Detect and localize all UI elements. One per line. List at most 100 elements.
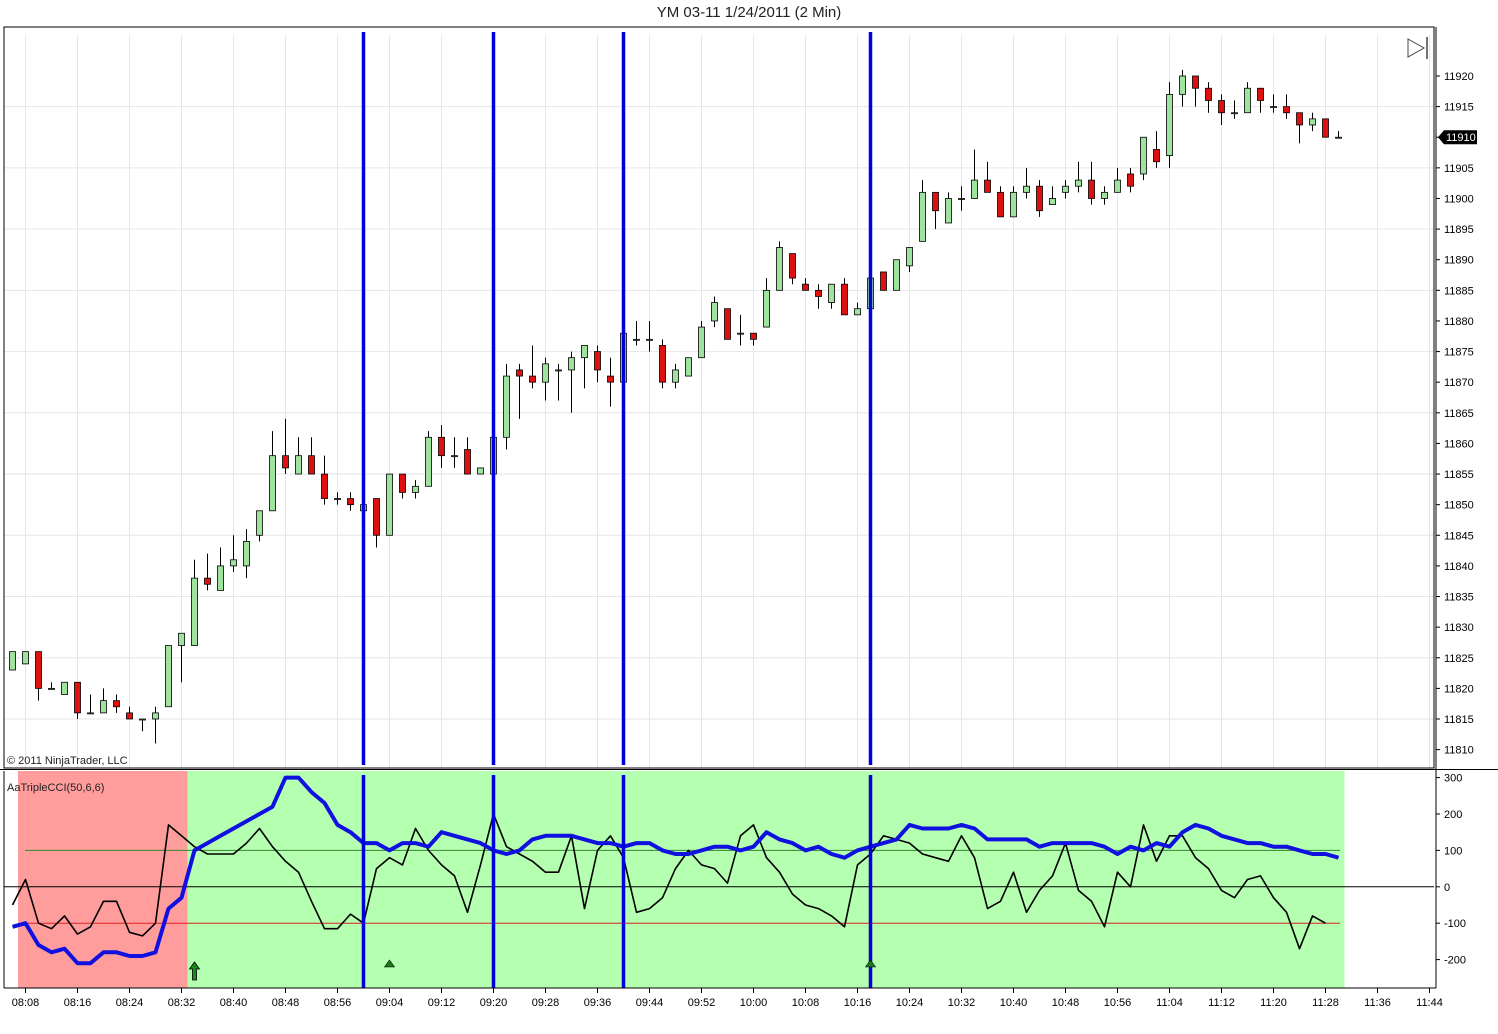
copyright-text: © 2011 NinjaTrader, LLC: [7, 755, 128, 767]
price-tick-label: 11850: [1444, 500, 1474, 512]
candle-up: [87, 712, 94, 715]
candle-up: [425, 436, 432, 487]
candle-up: [48, 687, 55, 690]
candle-up: [9, 651, 16, 671]
candle-up: [100, 700, 107, 714]
candle-down: [1205, 87, 1212, 101]
price-panel-frame: [3, 26, 1435, 769]
candle-down: [841, 283, 848, 316]
candle-down: [815, 289, 822, 297]
price-tick-label: 11865: [1444, 408, 1474, 420]
candle-down: [529, 375, 536, 383]
time-tick-label: 11:12: [1208, 997, 1235, 1009]
price-tick-label: 11915: [1444, 102, 1474, 114]
time-tick-label: 08:08: [12, 997, 40, 1009]
candle-down: [594, 351, 601, 371]
chart-window: YM 03-11 1/24/2011 (2 Min) 11810 11815 118…: [0, 0, 1498, 1034]
candle-down: [464, 449, 471, 475]
price-tick-label: 11855: [1444, 469, 1474, 481]
price-tick-label: 11870: [1444, 377, 1474, 389]
time-tick-label: 10:24: [896, 997, 924, 1009]
time-tick-label: 11:36: [1364, 997, 1391, 1009]
candle-up: [1049, 198, 1056, 205]
candle-up: [737, 332, 744, 335]
candle-up: [503, 375, 510, 438]
candle-up: [893, 259, 900, 291]
scroll-to-end-icon[interactable]: [1407, 37, 1428, 59]
time-tick-label: 11:04: [1156, 997, 1183, 1009]
candle-up: [1010, 191, 1017, 218]
time-tick-label: 11:28: [1312, 997, 1339, 1009]
candle-up: [386, 473, 393, 536]
candle-down: [321, 473, 328, 499]
candle-up: [1270, 106, 1277, 109]
time-tick-label: 09:04: [376, 997, 404, 1009]
price-tick-label: 11900: [1444, 193, 1474, 205]
candle-down: [984, 179, 991, 193]
candle-up: [646, 338, 653, 341]
grid-lines: [4, 35, 1434, 768]
time-tick-label: 10:08: [792, 997, 820, 1009]
candle-down: [373, 498, 380, 536]
candle-up: [542, 363, 549, 383]
time-tick-label: 09:12: [428, 997, 456, 1009]
candle-up: [854, 308, 861, 316]
candle-up: [958, 198, 965, 200]
candle-up: [685, 357, 692, 377]
candle-up: [217, 565, 224, 591]
candle-up: [828, 283, 835, 303]
price-marker-label: 11910: [1446, 132, 1476, 144]
candle-down: [1088, 179, 1095, 199]
candle-down: [516, 369, 523, 377]
candle-down: [1257, 87, 1264, 101]
time-tick-label: 09:20: [480, 997, 508, 1009]
time-tick-label: 10:56: [1104, 997, 1132, 1009]
candle-up: [711, 302, 718, 322]
price-tick-label: 11820: [1444, 683, 1474, 695]
candle-down: [997, 191, 1004, 218]
candle-up: [1309, 118, 1316, 126]
cci-tick-label: -200: [1444, 955, 1466, 967]
candle-up: [295, 455, 302, 475]
time-tick-label: 10:32: [948, 997, 976, 1009]
time-tick-label: 08:24: [116, 997, 144, 1009]
candle-up: [1244, 87, 1251, 114]
candle-down: [74, 681, 81, 714]
time-tick-label: 08:16: [64, 997, 92, 1009]
candle-up: [555, 369, 562, 372]
candle-down: [35, 651, 42, 689]
price-tick-label: 11880: [1444, 316, 1474, 328]
price-tick-label: 11920: [1444, 71, 1474, 83]
chart-canvas[interactable]: 11810 11815 11820 11825 11830 11835 11840 11845…: [0, 0, 1498, 1034]
candle-up: [61, 681, 68, 695]
candle-down: [880, 271, 887, 291]
candle-down: [399, 473, 406, 493]
indicator-label: AaTripleCCI(50,6,6): [7, 782, 104, 794]
time-tick-label: 09:28: [532, 997, 560, 1009]
price-tick-label: 11875: [1444, 347, 1474, 359]
time-tick-label: 10:40: [1000, 997, 1028, 1009]
candle-up: [1062, 185, 1069, 193]
candle-down: [1153, 149, 1160, 163]
cci-tick-label: 100: [1444, 845, 1462, 857]
price-tick-label: 11810: [1444, 745, 1474, 757]
candle-up: [139, 718, 146, 721]
candle-down: [438, 436, 445, 457]
time-tick-label: 09:52: [688, 997, 716, 1009]
candle-down: [802, 283, 809, 291]
candle-down: [347, 498, 354, 506]
candle-up: [919, 191, 926, 242]
candle-up: [1140, 136, 1147, 175]
price-tick-label: 11890: [1444, 255, 1474, 267]
price-tick-label: 11905: [1444, 163, 1474, 175]
candle-up: [971, 179, 978, 199]
candle-up: [152, 712, 159, 720]
candle-up: [633, 338, 640, 341]
candle-up: [945, 198, 952, 224]
candle-up: [334, 498, 341, 500]
candle-up: [178, 632, 185, 646]
candle-down: [1322, 118, 1329, 138]
candle-up: [230, 559, 237, 567]
candle-down: [607, 375, 614, 383]
candle-down: [204, 577, 211, 585]
